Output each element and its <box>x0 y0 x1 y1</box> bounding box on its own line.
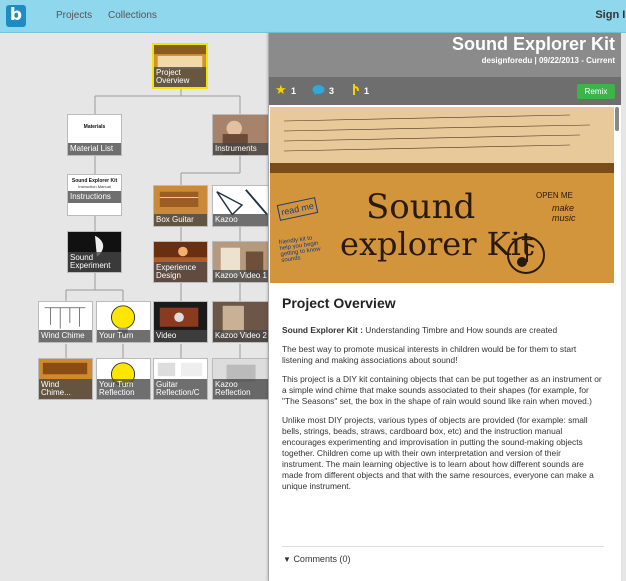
node-label: Guitar Reflection/C <box>154 379 207 399</box>
kit-tagline: Understanding Timbre and How sounds are … <box>362 325 558 335</box>
hero-open-me: OPEN ME <box>536 191 573 200</box>
node-instruments[interactable]: Instruments <box>212 114 268 156</box>
node-label: Sound Experiment <box>68 252 121 272</box>
panel-header: Sound Explorer Kit designforedu | 09/22/… <box>269 33 621 77</box>
node-wind-chime-reflection[interactable]: Wind Chime... <box>38 358 93 400</box>
node-experience-design[interactable]: Experience Design <box>153 241 208 283</box>
node-your-turn-reflection[interactable]: Your Turn Reflection <box>96 358 151 400</box>
node-wind-chime[interactable]: Wind Chime <box>38 301 93 343</box>
node-label: Kazoo Reflection <box>213 379 268 399</box>
project-panel: Sound Explorer Kit designforedu | 09/22/… <box>268 33 621 581</box>
nav-projects[interactable]: Projects <box>56 10 92 21</box>
overview-title: Project Overview <box>282 295 396 311</box>
comments-toggle[interactable]: ▼ Comments (0) <box>283 554 350 564</box>
node-label: Project Overview <box>154 67 206 87</box>
node-label: Box Guitar <box>154 214 207 226</box>
sign-in-link[interactable]: Sign In <box>595 9 626 21</box>
node-label: Material List <box>68 143 121 155</box>
star-icon[interactable]: ★ <box>275 82 287 98</box>
music-note-icon <box>507 236 545 274</box>
project-meta: designforedu | 09/22/2013 - Current <box>481 56 615 65</box>
comment-bubble-icon[interactable] <box>312 84 325 96</box>
overview-paragraph-3: This project is a DIY kit containing obj… <box>282 374 602 406</box>
star-count: 1 <box>291 86 297 96</box>
node-sound-experiment[interactable]: Sound Experiment <box>67 231 122 273</box>
project-title: Sound Explorer Kit <box>451 34 615 54</box>
node-kazoo-reflection[interactable]: Kazoo Reflection <box>212 358 268 400</box>
node-video[interactable]: Video <box>153 301 208 343</box>
logo[interactable]: b <box>6 5 26 27</box>
comments-divider <box>282 546 604 547</box>
node-material-list[interactable]: Materials Material List <box>67 114 122 156</box>
remix-branch-icon[interactable] <box>352 83 360 96</box>
comment-count: 3 <box>329 86 335 96</box>
node-kazoo[interactable]: Kazoo <box>212 185 268 227</box>
node-label: Your Turn <box>97 330 150 342</box>
node-label: Instruments <box>213 143 268 155</box>
node-box-guitar[interactable]: Box Guitar <box>153 185 208 227</box>
comments-label: Comments (0) <box>293 554 351 564</box>
panel-toolbar: ★ 1 3 1 Remix <box>269 77 621 105</box>
project-tree: Project Overview Materials Material List… <box>0 33 268 581</box>
node-label: Instructions <box>68 191 121 203</box>
project-overview-body: Project Overview Sound Explorer Kit : Un… <box>282 291 604 500</box>
node-label: Video <box>154 330 207 342</box>
node-label: Kazoo Video 1 <box>213 270 268 282</box>
node-guitar-reflection[interactable]: Guitar Reflection/C <box>153 358 208 400</box>
overview-paragraph-2: The best way to promote musical interest… <box>282 344 577 365</box>
nav-collections[interactable]: Collections <box>108 10 157 21</box>
thumb-sek-subtitle: Instruction Manual <box>78 184 111 189</box>
node-your-turn[interactable]: Your Turn <box>96 301 151 343</box>
hero-make-music: make music <box>552 203 576 223</box>
top-bar: b Projects Collections Sign In <box>0 0 626 33</box>
kit-name: Sound Explorer Kit : <box>282 325 363 335</box>
overview-paragraph-4: Unlike most DIY projects, various types … <box>282 415 594 491</box>
node-label: Wind Chime <box>39 330 92 342</box>
hero-text-sound: Sound <box>366 187 476 227</box>
project-hero-image: Sound explorer Kit read me friendly kit … <box>270 107 614 283</box>
remix-count: 1 <box>364 86 370 96</box>
chevron-down-icon: ▼ <box>283 555 291 564</box>
node-label: Kazoo Video 2 <box>213 330 268 342</box>
hero-text-explorer: explorer Kit <box>340 225 534 263</box>
overview-paragraph-1: Sound Explorer Kit : Understanding Timbr… <box>282 325 604 336</box>
node-label: Experience Design <box>154 262 207 282</box>
remix-button[interactable]: Remix <box>577 84 615 99</box>
node-label: Your Turn Reflection <box>97 379 150 399</box>
node-instructions[interactable]: Sound Explorer Kit Instruction Manual In… <box>67 174 122 216</box>
node-label: Kazoo <box>213 214 268 226</box>
node-kazoo-video-2[interactable]: Kazoo Video 2 <box>212 301 268 343</box>
node-project-overview[interactable]: Project Overview <box>152 43 208 89</box>
node-label: Wind Chime... <box>39 379 92 399</box>
node-kazoo-video-1[interactable]: Kazoo Video 1 <box>212 241 268 283</box>
panel-scrollbar[interactable] <box>615 107 619 131</box>
thumb-materials-text: Materials <box>83 124 106 130</box>
